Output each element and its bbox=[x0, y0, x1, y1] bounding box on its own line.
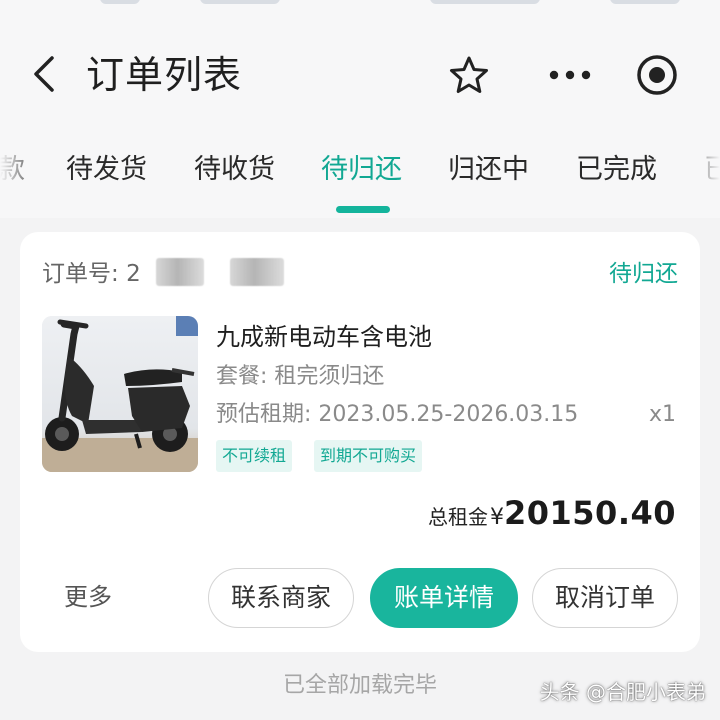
more-dots-icon bbox=[549, 70, 591, 80]
tag-no-buyout: 到期不可购买 bbox=[314, 440, 423, 472]
status-bar bbox=[0, 0, 720, 14]
app-header: 订单列表 bbox=[0, 14, 720, 122]
total-rent-amount: 20150.40 bbox=[503, 494, 676, 532]
order-number-label: 订单号: bbox=[42, 261, 119, 287]
total-rent: 总租金 ¥ 20150.40 bbox=[428, 494, 676, 540]
order-number-redaction bbox=[230, 258, 284, 286]
order-status-tabs: 款 待发货 待收货 待归还 归还中 已完成 已 bbox=[0, 122, 720, 218]
tag-no-renewal: 不可续租 bbox=[216, 440, 293, 472]
tab-scroll-fade-left bbox=[0, 122, 30, 218]
product-name: 九成新电动车含电池 bbox=[216, 323, 432, 351]
order-number: 订单号: 2 bbox=[42, 258, 141, 290]
tab-scroll-fade-right bbox=[690, 122, 720, 218]
more-options-button[interactable] bbox=[546, 54, 594, 96]
order-number-value: 2 bbox=[126, 261, 141, 287]
package-value: 租完须归还 bbox=[274, 364, 385, 389]
tab-to-receive[interactable]: 待收货 bbox=[194, 152, 275, 188]
tab-completed[interactable]: 已完成 bbox=[576, 152, 657, 188]
total-rent-label: 总租金 bbox=[427, 505, 488, 529]
active-tab-indicator bbox=[336, 206, 390, 213]
product-image[interactable] bbox=[42, 316, 198, 472]
favorite-button[interactable] bbox=[448, 54, 490, 96]
rental-period-value: 2023.05.25-2026.03.15 bbox=[318, 402, 579, 427]
contact-merchant-button[interactable]: 联系商家 bbox=[208, 568, 354, 628]
tab-to-return[interactable]: 待归还 bbox=[321, 152, 402, 188]
tab-to-ship[interactable]: 待发货 bbox=[66, 152, 147, 188]
cancel-order-button[interactable]: 取消订单 bbox=[532, 568, 678, 628]
target-icon bbox=[637, 55, 677, 95]
electric-scooter-photo bbox=[42, 316, 198, 472]
rental-period-label: 预估租期: bbox=[216, 402, 312, 427]
package-label: 套餐: bbox=[216, 364, 268, 389]
order-status-badge: 待归还 bbox=[609, 261, 678, 287]
bill-details-button[interactable]: 账单详情 bbox=[370, 568, 518, 628]
order-number-redaction bbox=[156, 258, 204, 286]
back-button[interactable] bbox=[24, 52, 64, 96]
back-arrow-icon bbox=[34, 56, 54, 92]
package-line: 套餐: 租完须归还 bbox=[216, 362, 384, 392]
order-card[interactable]: 订单号: 2 待归还 九成新电动车含电池 套餐: 租完须归还 预估租期: 202… bbox=[20, 232, 700, 652]
star-icon bbox=[450, 56, 488, 93]
close-miniapp-button[interactable] bbox=[634, 52, 680, 98]
page-title: 订单列表 bbox=[86, 53, 243, 97]
tab-returning[interactable]: 归还中 bbox=[448, 152, 529, 188]
watermark-text: 头条 @合肥小表弟 bbox=[539, 680, 706, 704]
quantity: x1 bbox=[648, 402, 676, 427]
currency-symbol: ¥ bbox=[489, 505, 504, 530]
rental-period-line: 预估租期: 2023.05.25-2026.03.15 bbox=[216, 400, 578, 430]
more-actions-link[interactable]: 更多 bbox=[64, 580, 112, 614]
